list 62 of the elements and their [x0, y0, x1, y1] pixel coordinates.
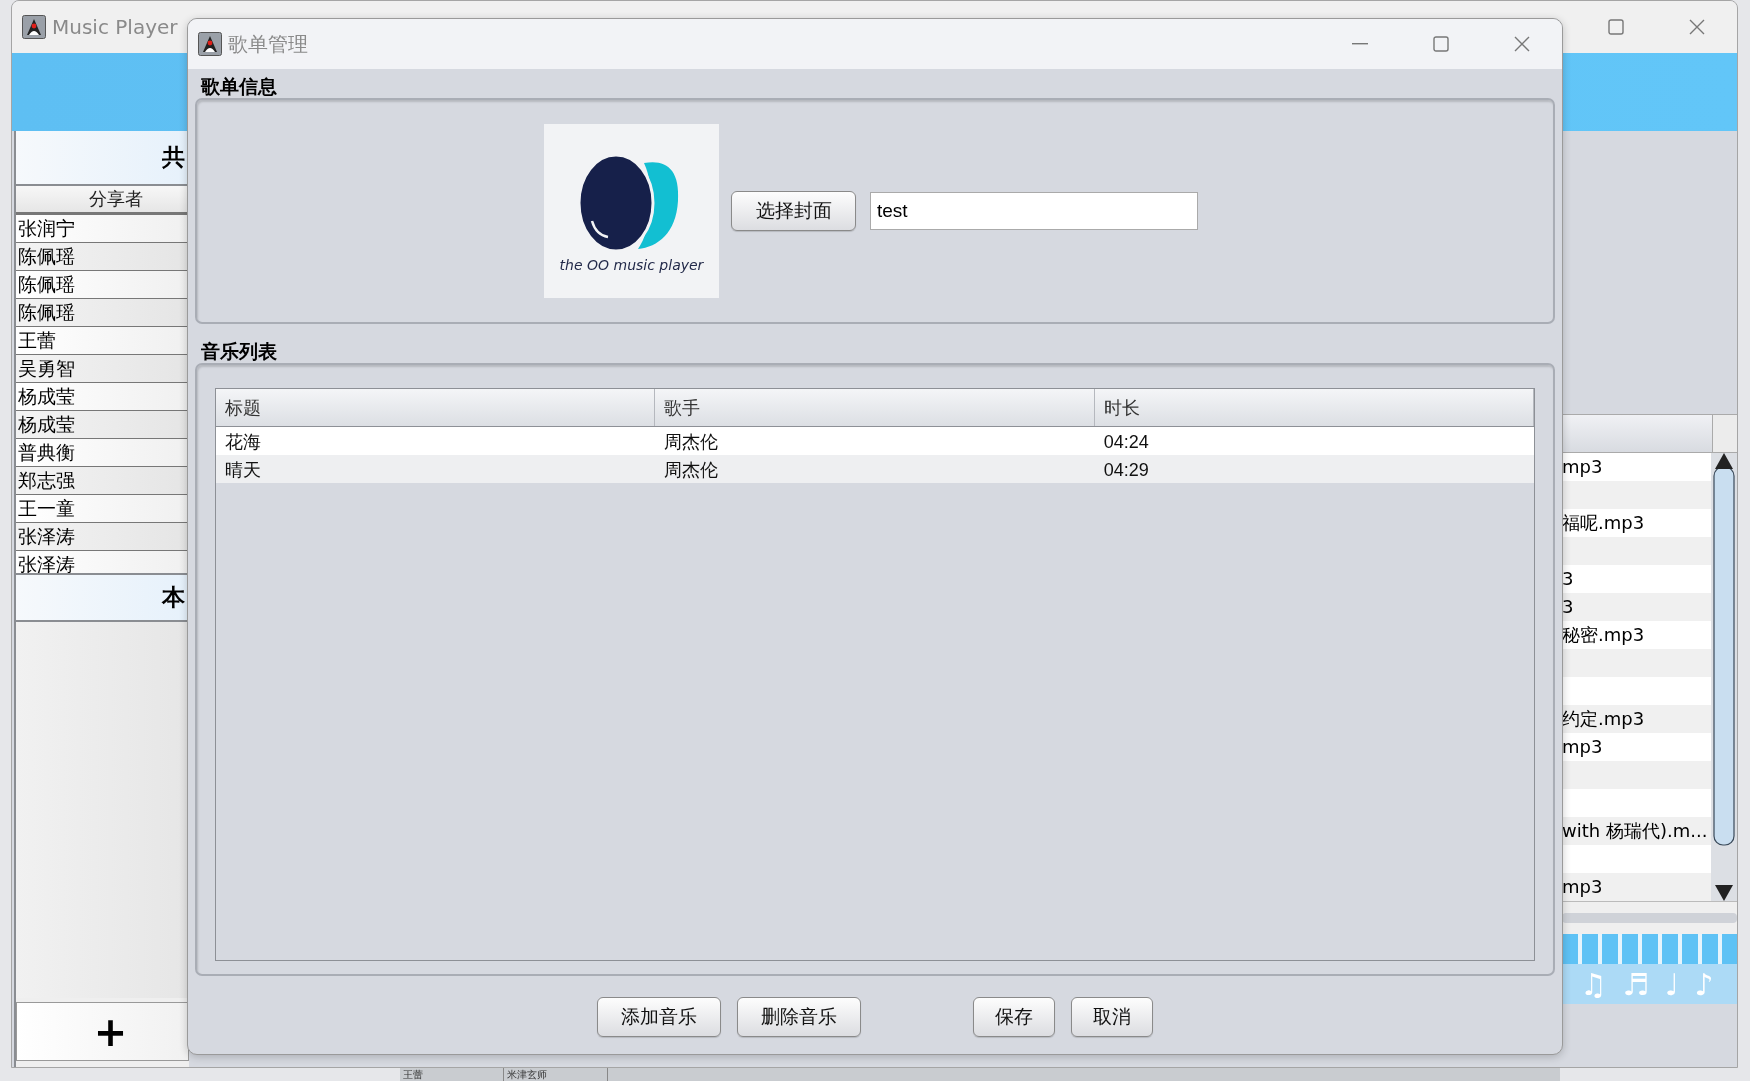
empty-row[interactable] — [1562, 845, 1711, 873]
table-cell[interactable]: 郑志强 — [16, 467, 189, 495]
maximize-icon[interactable] — [1607, 19, 1624, 35]
table-cell[interactable]: 杨成莹 — [16, 383, 189, 411]
app-icon — [198, 32, 222, 56]
song-row[interactable]: mp3 — [1562, 453, 1711, 481]
dialog-button[interactable]: 添加音乐 — [597, 997, 721, 1037]
empty-row[interactable] — [1562, 649, 1711, 677]
dialog-button[interactable]: 保存 — [973, 997, 1055, 1037]
table-cell[interactable]: 王一童 — [16, 495, 189, 523]
horizontal-scrollbar[interactable] — [1562, 901, 1737, 934]
empty-row[interactable] — [1562, 761, 1711, 789]
table-cell-text: 周杰伦 — [663, 430, 720, 454]
song-row[interactable]: 福呢.mp3 — [1562, 509, 1711, 537]
song-row[interactable]: with 杨瑞代).m... — [1562, 817, 1711, 845]
name-field[interactable]: test — [870, 192, 1198, 230]
table-cell[interactable]: 陈佩瑶 — [16, 271, 189, 299]
close-icon[interactable] — [1688, 19, 1705, 35]
table-cell[interactable]: 张润宁 — [16, 215, 189, 243]
empty-row[interactable] — [1562, 677, 1711, 705]
section-title: 共 — [162, 142, 185, 172]
table-cell-text: 晴天 — [224, 458, 262, 482]
dialog-button[interactable]: 取消 — [1071, 997, 1153, 1037]
table-cell-text: 04:24 — [1102, 431, 1150, 454]
scrollbar[interactable] — [1711, 453, 1737, 901]
song-row[interactable]: mp3 — [1562, 733, 1711, 761]
column-header[interactable]: 标题 — [216, 389, 656, 426]
column-header[interactable]: 分享者 — [16, 186, 189, 215]
maximize-icon[interactable] — [1432, 36, 1449, 52]
column-header[interactable]: 歌手 — [655, 389, 1095, 426]
section-title: 本 — [162, 582, 185, 612]
song-row[interactable]: mp3 — [1562, 873, 1711, 901]
column-header[interactable]: 时长 — [1094, 389, 1534, 426]
empty-row[interactable] — [1562, 481, 1711, 509]
table-cell[interactable]: 普典衡 — [16, 439, 189, 467]
table-cell[interactable]: 王蕾 — [16, 327, 189, 355]
choose-cover-button[interactable]: 选择封面 — [731, 191, 856, 231]
table-cell[interactable]: 陈佩瑶 — [16, 243, 189, 271]
table-cell[interactable]: 陈佩瑶 — [16, 299, 189, 327]
window-title: Music Player — [52, 15, 178, 39]
empty-row[interactable] — [1562, 537, 1711, 565]
section-label: 音乐列表 — [200, 339, 278, 363]
minimize-icon[interactable] — [1351, 43, 1368, 45]
cover-caption: the OO music player — [559, 257, 704, 273]
table-cell-text: 周杰伦 — [663, 458, 720, 482]
table-cell[interactable]: 吴勇智 — [16, 355, 189, 383]
dialog-button[interactable]: 删除音乐 — [737, 997, 861, 1037]
section-label: 歌单信息 — [199, 74, 278, 98]
table-cell[interactable]: 杨成莹 — [16, 411, 189, 439]
app-icon — [22, 15, 46, 39]
close-icon[interactable] — [1513, 36, 1530, 52]
song-row[interactable]: 3 — [1562, 565, 1711, 593]
song-row[interactable]: 3 — [1562, 593, 1711, 621]
empty-row[interactable] — [1562, 789, 1711, 817]
table-cell[interactable]: 张泽涛 — [16, 523, 189, 551]
table-cell-text: 花海 — [224, 430, 262, 454]
add-button[interactable]: + — [16, 1002, 189, 1061]
song-row[interactable]: 秘密.mp3 — [1562, 621, 1711, 649]
music-notes: ♫ ♬ ♩ ♪ — [1580, 966, 1717, 1002]
dialog-title: 歌单管理 — [228, 30, 308, 58]
table-cell-text: 04:29 — [1102, 459, 1150, 482]
song-row[interactable]: 约定.mp3 — [1562, 705, 1711, 733]
